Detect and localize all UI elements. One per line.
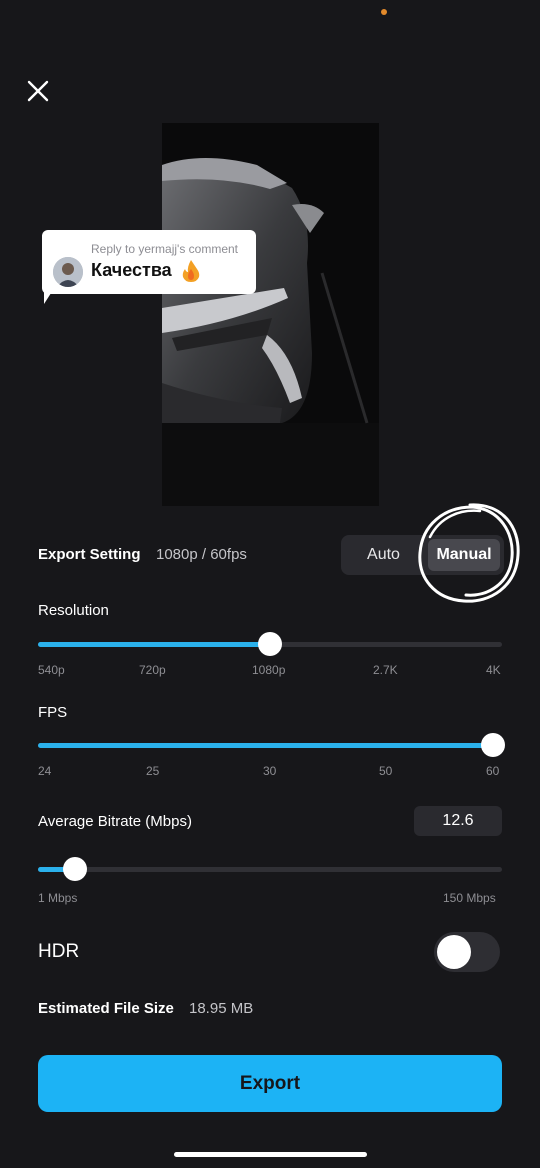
- hdr-label: HDR: [38, 941, 80, 962]
- fps-slider-track[interactable]: [38, 733, 505, 757]
- resolution-tick: 1080p: [252, 663, 286, 677]
- export-setting-label: Export Setting: [38, 546, 141, 563]
- mode-segmented-control: Auto Manual: [341, 535, 504, 575]
- camera-indicator-dot: [381, 9, 387, 15]
- bitrate-label: Average Bitrate (Mbps): [38, 813, 192, 830]
- hdr-toggle-knob: [437, 935, 471, 969]
- bitrate-slider-track[interactable]: [38, 857, 502, 881]
- reply-to-label: Reply to yermajj's comment: [91, 242, 238, 256]
- fire-icon: [180, 259, 202, 288]
- bitrate-slider-thumb[interactable]: [63, 857, 88, 881]
- comment-text: Качества: [91, 260, 172, 280]
- reply-comment-sticker: Reply to yermajj's comment Качества: [42, 230, 256, 294]
- home-indicator: [174, 1152, 367, 1157]
- file-size-label: Estimated File Size: [38, 1000, 174, 1017]
- manual-mode-button[interactable]: Manual: [428, 539, 500, 571]
- resolution-label: Resolution: [38, 602, 109, 619]
- hdr-toggle[interactable]: [434, 932, 500, 972]
- fps-slider-fill: [38, 743, 493, 748]
- resolution-slider-track[interactable]: [38, 632, 502, 656]
- avatar: [53, 257, 83, 287]
- close-icon[interactable]: [26, 79, 50, 103]
- bitrate-min-label: 1 Mbps: [38, 891, 78, 905]
- export-setting-value: 1080p / 60fps: [156, 546, 247, 563]
- fps-label: FPS: [38, 704, 68, 721]
- bitrate-max-label: 150 Mbps: [443, 891, 496, 905]
- fps-tick: 50: [379, 764, 393, 778]
- resolution-tick: 720p: [139, 663, 166, 677]
- fps-slider-thumb[interactable]: [481, 733, 505, 757]
- resolution-tick: 2.7K: [373, 663, 398, 677]
- resolution-slider-thumb[interactable]: [258, 632, 282, 656]
- export-button[interactable]: Export: [38, 1055, 502, 1112]
- auto-mode-button[interactable]: Auto: [341, 535, 426, 575]
- file-size-value: 18.95 MB: [189, 1000, 254, 1017]
- video-preview: [162, 123, 379, 506]
- fps-tick: 60: [486, 764, 500, 778]
- fps-tick: 25: [146, 764, 160, 778]
- resolution-tick: 540p: [38, 663, 65, 677]
- resolution-tick: 4K: [486, 663, 501, 677]
- bitrate-value-field[interactable]: 12.6: [414, 806, 502, 836]
- fps-tick: 30: [263, 764, 277, 778]
- resolution-slider-fill: [38, 642, 270, 647]
- fps-tick: 24: [38, 764, 52, 778]
